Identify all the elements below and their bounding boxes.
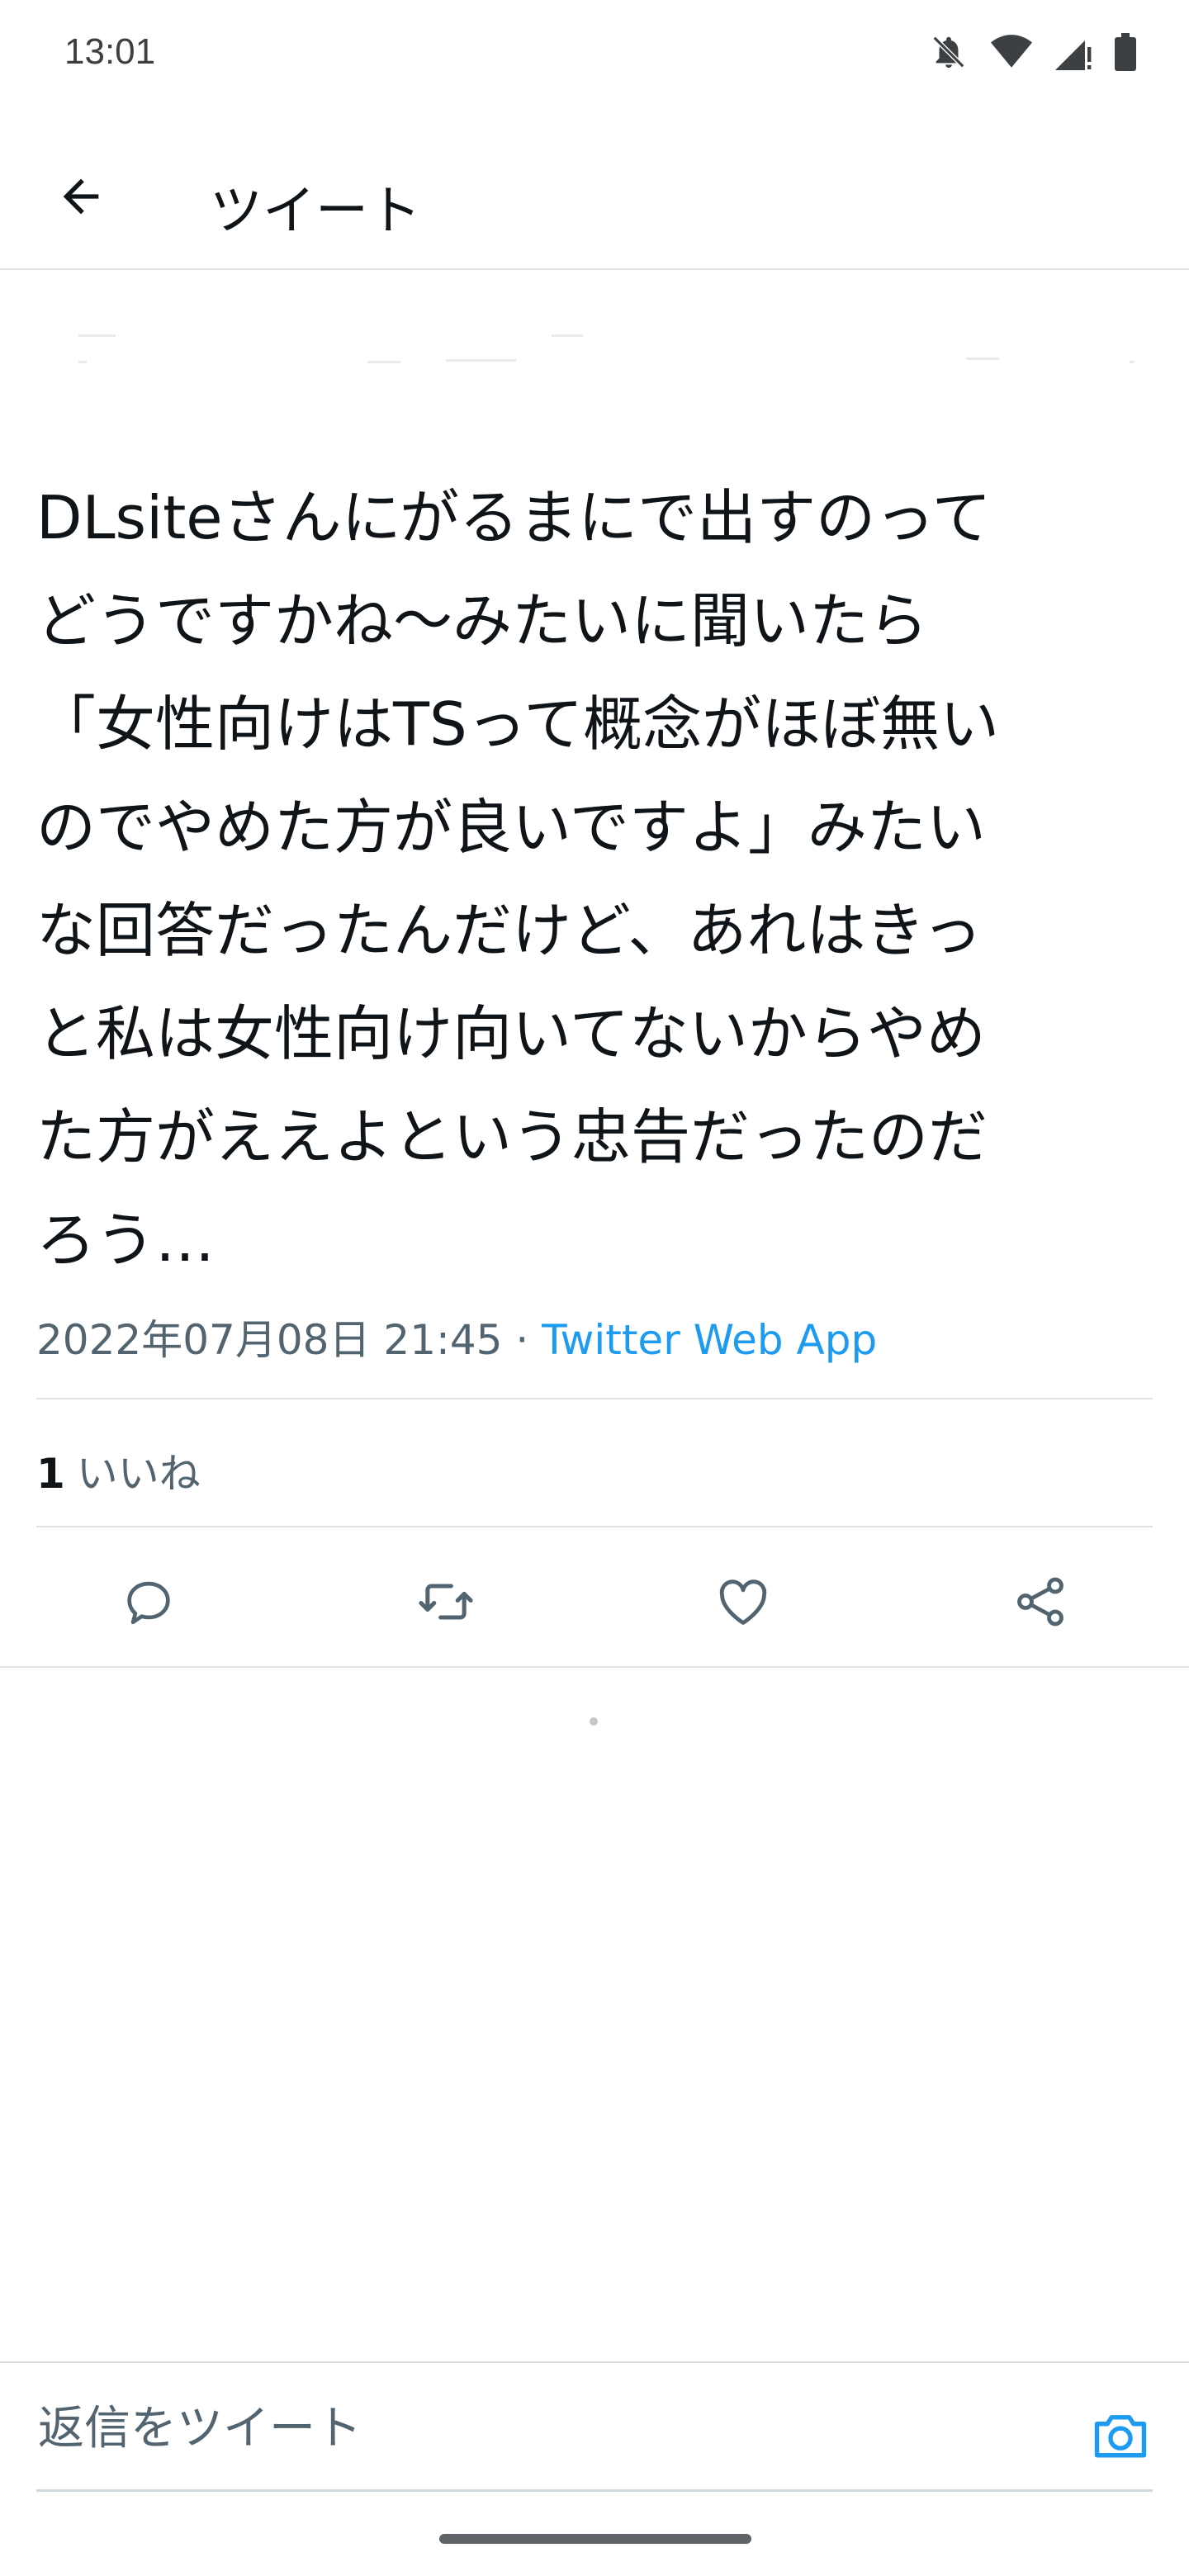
retweet-icon — [419, 1584, 473, 1620]
arrow-left-icon — [63, 178, 99, 215]
divider — [0, 1666, 1189, 1668]
back-button[interactable] — [46, 162, 116, 231]
app-bar: ツイート — [0, 132, 1189, 270]
status-icons — [930, 33, 1136, 71]
reply-input[interactable] — [36, 2386, 1030, 2470]
like-icon — [719, 1579, 767, 1625]
reply-icon — [127, 1581, 170, 1625]
likes-count: 1 — [36, 1450, 65, 1498]
status-bar: 13:01 — [0, 0, 1189, 107]
page-title: ツイート — [210, 181, 421, 242]
likes-summary[interactable]: 1 いいね — [36, 1441, 201, 1500]
meta-separator: · — [502, 1316, 542, 1364]
likes-label: いいね — [76, 1450, 201, 1498]
retweet-button[interactable] — [409, 1565, 483, 1639]
bell-off-icon — [930, 33, 968, 71]
cell-signal-icon — [1055, 34, 1092, 70]
divider — [36, 1398, 1153, 1399]
home-indicator[interactable] — [439, 2534, 751, 2544]
reply-underline — [36, 2489, 1153, 2492]
reply-button[interactable] — [111, 1565, 186, 1639]
loading-indicator — [590, 1717, 598, 1726]
camera-icon — [1094, 2415, 1147, 2458]
camera-button[interactable] — [1083, 2398, 1158, 2473]
tweet-meta: 2022年07月08日 21:45 · Twitter Web App — [36, 1307, 877, 1366]
status-time: 13:01 — [64, 31, 156, 72]
author-placeholder — [0, 326, 1189, 384]
like-button[interactable] — [706, 1565, 780, 1639]
divider — [36, 1526, 1153, 1527]
tweet-timestamp: 2022年07月08日 21:45 — [36, 1316, 503, 1364]
share-button[interactable] — [1003, 1565, 1078, 1639]
tweet-actions — [0, 1552, 1189, 1651]
battery-icon — [1115, 33, 1136, 71]
wifi-icon — [991, 34, 1032, 70]
tweet-text: DLsiteさんにがるまにで出すのって どうですかね〜みたいに聞いたら 「女性向… — [36, 483, 1000, 1275]
tweet-source-link[interactable]: Twitter Web App — [542, 1316, 877, 1364]
share-icon — [1017, 1577, 1063, 1627]
